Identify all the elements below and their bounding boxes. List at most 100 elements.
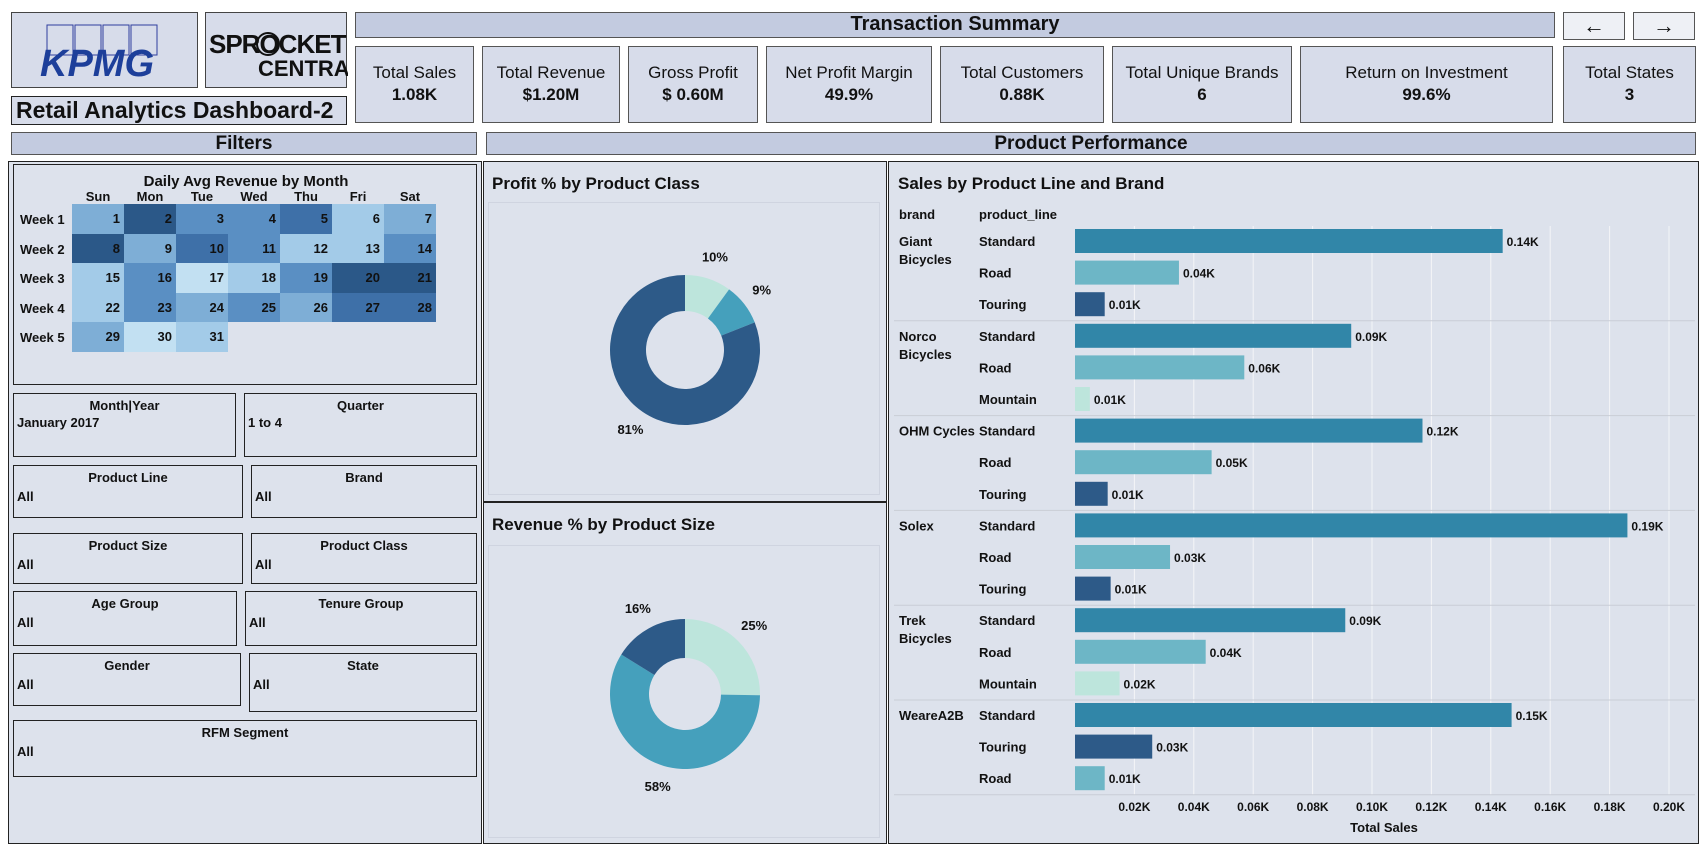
- calendar-day-cell[interactable]: 5: [280, 204, 332, 234]
- calendar-day-cell[interactable]: 27: [332, 292, 384, 322]
- calendar-day-cell[interactable]: 7: [384, 204, 436, 234]
- sprocket-central-logo: SPROCKET CENTRAL: [205, 12, 363, 88]
- bar: [1075, 734, 1153, 759]
- filter-tenure-group[interactable]: Tenure Group All: [245, 591, 477, 646]
- calendar-day-cell[interactable]: 13: [332, 233, 384, 263]
- product-line-label: Standard: [979, 518, 1035, 533]
- calendar-day-cell[interactable]: 3: [176, 204, 228, 234]
- calendar-day-header: Thu: [294, 189, 318, 204]
- product-line-label: Road: [979, 455, 1012, 470]
- calendar-day-cell[interactable]: 21: [384, 263, 436, 293]
- calendar-day-cell[interactable]: 19: [280, 263, 332, 293]
- x-tick-label: 0.06K: [1237, 800, 1269, 814]
- calendar-day-cell[interactable]: 15: [72, 263, 124, 293]
- central-logo-text: CENTRAL: [258, 56, 348, 81]
- bar-value-label: 0.14K: [1507, 235, 1539, 249]
- kpi-label: Total Revenue: [496, 63, 606, 82]
- filter-value: All: [17, 615, 34, 630]
- calendar-day-cell[interactable]: 23: [124, 292, 176, 322]
- bar: [1075, 576, 1111, 601]
- filter-value: All: [255, 489, 272, 504]
- bar: [1075, 323, 1352, 348]
- kpi-net-profit-margin: Net Profit Margin 49.9%: [766, 46, 932, 123]
- calendar-day-cell[interactable]: 22: [72, 292, 124, 322]
- calendar-day-cell[interactable]: 29: [72, 322, 124, 352]
- calendar-day-cell[interactable]: 25: [228, 292, 280, 322]
- filter-month-year[interactable]: Month|Year January 2017: [13, 393, 236, 457]
- kpi-total-states: Total States 3: [1563, 46, 1696, 123]
- bar-value-label: 0.01K: [1094, 393, 1126, 407]
- filter-value: All: [255, 557, 272, 572]
- product-line-label: Standard: [979, 329, 1035, 344]
- x-tick-label: 0.10K: [1356, 800, 1388, 814]
- x-tick-label: 0.02K: [1118, 800, 1150, 814]
- filter-quarter[interactable]: Quarter 1 to 4: [244, 393, 477, 457]
- filter-label: Age Group: [91, 596, 159, 611]
- filter-product-line[interactable]: Product Line All: [13, 465, 243, 518]
- kpi-label: Total States: [1585, 63, 1674, 82]
- back-button[interactable]: ←: [1563, 12, 1625, 40]
- bar-value-label: 0.15K: [1516, 709, 1548, 723]
- filter-product-size[interactable]: Product Size All: [13, 533, 243, 584]
- calendar-day-cell[interactable]: 28: [384, 292, 436, 322]
- kpi-value: 6: [1197, 85, 1207, 104]
- bar: [1075, 387, 1090, 411]
- brand-label: Giant: [899, 234, 933, 249]
- kpi-label: Gross Profit: [648, 63, 738, 82]
- calendar-day-cell[interactable]: 9: [124, 233, 176, 263]
- filter-product-class[interactable]: Product Class All: [251, 533, 477, 584]
- filter-label: State: [347, 658, 379, 673]
- donut-slice-label: 9%: [752, 283, 771, 298]
- kpi-total-revenue: Total Revenue $1.20M: [482, 46, 620, 123]
- filter-rfm-segment[interactable]: RFM Segment All: [13, 720, 477, 777]
- product-line-label: Road: [979, 266, 1012, 281]
- calendar-day-cell[interactable]: 30: [124, 322, 176, 352]
- calendar-day-header: Fri: [349, 189, 367, 204]
- x-tick-label: 0.18K: [1594, 800, 1626, 814]
- calendar-day-cell[interactable]: 11: [228, 233, 280, 263]
- filter-value: All: [17, 557, 34, 572]
- brand-label: Bicycles: [899, 252, 952, 267]
- calendar-day-cell[interactable]: 20: [332, 263, 384, 293]
- bar-value-label: 0.12K: [1426, 425, 1458, 439]
- calendar-day-cell[interactable]: 12: [280, 233, 332, 263]
- calendar-day-cell[interactable]: 8: [72, 233, 124, 263]
- calendar-day-cell[interactable]: 10: [176, 233, 228, 263]
- brand-label: Bicycles: [899, 631, 952, 646]
- kpi-value: 0.88K: [999, 85, 1045, 104]
- calendar-day-cell[interactable]: 17: [176, 263, 228, 293]
- filter-label: RFM Segment: [201, 725, 289, 740]
- filter-brand[interactable]: Brand All: [251, 465, 477, 518]
- kpi-label: Total Sales: [372, 63, 457, 82]
- calendar-day-cell[interactable]: 14: [384, 233, 436, 263]
- x-tick-label: 0.20K: [1653, 800, 1685, 814]
- filter-label: Quarter: [337, 398, 384, 413]
- calendar-day-cell[interactable]: 18: [228, 263, 280, 293]
- filter-state[interactable]: State All: [249, 653, 477, 712]
- kpi-value: 49.9%: [824, 85, 874, 104]
- x-tick-label: 0.04K: [1178, 800, 1210, 814]
- calendar-day-cell[interactable]: 31: [176, 322, 228, 352]
- sprocket-logo-text: SPROCKET: [209, 29, 347, 59]
- product-line-label: Touring: [979, 740, 1026, 755]
- filter-gender[interactable]: Gender All: [13, 653, 241, 706]
- calendar-day-cell[interactable]: 6: [332, 204, 384, 234]
- filter-value: All: [17, 677, 34, 692]
- product-line-label: Road: [979, 550, 1012, 565]
- filter-age-group[interactable]: Age Group All: [13, 591, 237, 646]
- bar: [1075, 292, 1105, 317]
- bar-value-label: 0.06K: [1248, 361, 1280, 375]
- sprocket-logo-graphic: SPROCKET CENTRAL: [209, 29, 363, 81]
- forward-button[interactable]: →: [1633, 12, 1695, 40]
- calendar-day-cell[interactable]: 4: [228, 204, 280, 234]
- calendar-day-cell[interactable]: 2: [124, 204, 176, 234]
- donut-slice-label: 16%: [625, 601, 651, 616]
- bar-value-label: 0.03K: [1174, 551, 1206, 565]
- kpi-value: 3: [1624, 85, 1635, 104]
- calendar-day-cell[interactable]: 1: [72, 204, 124, 234]
- calendar-day-cell[interactable]: 26: [280, 292, 332, 322]
- calendar-day-cell[interactable]: 16: [124, 263, 176, 293]
- x-tick-label: 0.08K: [1297, 800, 1329, 814]
- bar-value-label: 0.04K: [1210, 646, 1242, 660]
- calendar-day-cell[interactable]: 24: [176, 292, 228, 322]
